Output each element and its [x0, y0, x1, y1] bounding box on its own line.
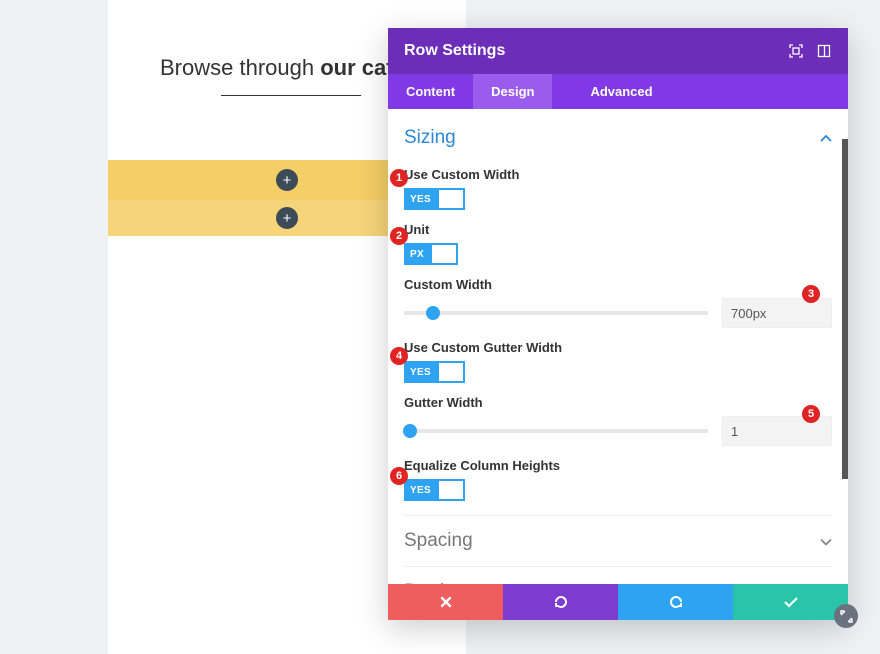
scroll-area[interactable]: Sizing Use Custom Width YES Unit PX Cust… [388, 109, 848, 584]
tab-design[interactable]: Design [473, 74, 552, 109]
modal-header-actions [788, 43, 832, 59]
toggle-handle [432, 245, 456, 263]
annotation-badge: 4 [390, 347, 408, 365]
annotation-badge: 1 [390, 169, 408, 187]
use-custom-gutter-label: Use Custom Gutter Width [404, 340, 832, 355]
slider-thumb[interactable] [426, 306, 440, 320]
scrollbar[interactable] [842, 139, 848, 479]
toggle-label: PX [404, 249, 430, 260]
custom-width-label: Custom Width [404, 277, 832, 292]
toggle-handle [439, 190, 463, 208]
section-border-header[interactable]: Border [404, 566, 832, 584]
heading-light: Browse through [160, 55, 320, 80]
gutter-width-slider[interactable] [404, 429, 708, 433]
section-sizing-title: Sizing [404, 127, 456, 149]
toggle-label: YES [404, 485, 437, 496]
custom-width-slider[interactable] [404, 311, 708, 315]
annotation-badge: 3 [802, 285, 820, 303]
unit-label: Unit [404, 222, 832, 237]
add-module-button[interactable]: + [276, 207, 298, 229]
section-border-title: Border [404, 581, 461, 584]
expand-icon[interactable] [788, 43, 804, 59]
toggle-label: YES [404, 367, 437, 378]
modal-body: Sizing Use Custom Width YES Unit PX Cust… [388, 109, 848, 584]
custom-width-row [404, 298, 832, 328]
gutter-width-label: Gutter Width [404, 395, 832, 410]
row-settings-modal: Row Settings Content Design Advanced Siz… [388, 28, 848, 620]
use-custom-width-label: Use Custom Width [404, 167, 832, 182]
toggle-handle [439, 481, 463, 499]
toggle-label: YES [404, 194, 437, 205]
slider-thumb[interactable] [403, 424, 417, 438]
add-module-button[interactable]: + [276, 169, 298, 191]
modal-header[interactable]: Row Settings [388, 28, 848, 74]
modal-tabs: Content Design Advanced [388, 74, 848, 109]
use-custom-gutter-toggle[interactable]: YES [404, 361, 465, 383]
save-button[interactable] [733, 584, 848, 620]
cancel-button[interactable] [388, 584, 503, 620]
resize-handle[interactable] [834, 604, 858, 628]
unit-toggle[interactable]: PX [404, 243, 458, 265]
section-sizing-header[interactable]: Sizing [404, 121, 832, 155]
tab-content[interactable]: Content [388, 74, 473, 109]
toggle-handle [439, 363, 463, 381]
use-custom-width-toggle[interactable]: YES [404, 188, 465, 210]
section-spacing-title: Spacing [404, 530, 473, 552]
custom-width-input[interactable] [722, 298, 832, 328]
gutter-width-row [404, 416, 832, 446]
heading-underline [221, 95, 361, 96]
redo-button[interactable] [618, 584, 733, 620]
annotation-badge: 5 [802, 405, 820, 423]
snap-icon[interactable] [816, 43, 832, 59]
modal-footer [388, 584, 848, 620]
modal-title: Row Settings [404, 42, 505, 60]
equalize-heights-label: Equalize Column Heights [404, 458, 832, 473]
annotation-badge: 2 [390, 227, 408, 245]
tab-advanced[interactable]: Advanced [572, 74, 670, 109]
chevron-up-icon [820, 130, 832, 146]
undo-button[interactable] [503, 584, 618, 620]
equalize-heights-toggle[interactable]: YES [404, 479, 465, 501]
section-spacing-header[interactable]: Spacing [404, 515, 832, 566]
chevron-down-icon [820, 533, 832, 549]
annotation-badge: 6 [390, 467, 408, 485]
